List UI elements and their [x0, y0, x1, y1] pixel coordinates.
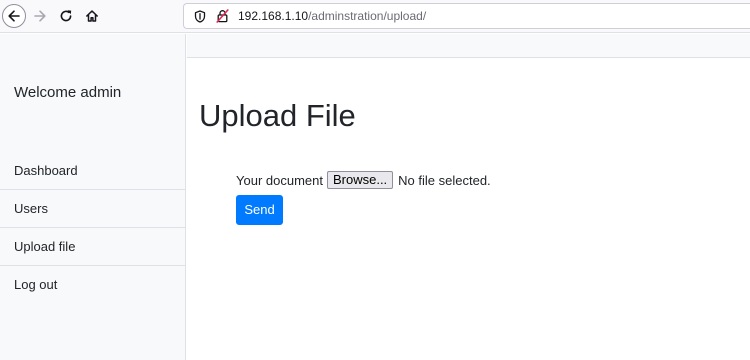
browse-button[interactable]: Browse... — [326, 171, 394, 189]
send-button[interactable]: Send — [236, 195, 283, 225]
sidebar-item-dashboard[interactable]: Dashboard — [0, 152, 185, 190]
browser-toolbar: 192.168.1.10/adminstration/upload/ — [0, 0, 750, 33]
home-button[interactable] — [80, 4, 104, 28]
arrow-right-icon — [33, 9, 47, 23]
address-bar[interactable]: 192.168.1.10/adminstration/upload/ — [183, 3, 750, 29]
document-label: Your document — [236, 172, 323, 188]
arrow-left-icon — [7, 9, 21, 23]
main-content: Upload File Your document Browse... No f… — [187, 58, 750, 360]
url-host: 192.168.1.10 — [238, 9, 309, 23]
home-icon — [85, 9, 99, 23]
sidebar-nav: Dashboard Users Upload file Log out — [0, 152, 185, 304]
sidebar-item-upload-file[interactable]: Upload file — [0, 228, 185, 266]
file-upload-field: Your document Browse... No file selected… — [236, 171, 491, 189]
sidebar-item-users[interactable]: Users — [0, 190, 185, 228]
forward-button[interactable] — [28, 4, 52, 28]
reload-icon — [59, 9, 73, 23]
url-path: /adminstration/upload/ — [308, 9, 427, 23]
back-button[interactable] — [2, 4, 26, 28]
page-title: Upload File — [199, 98, 356, 133]
shield-icon[interactable] — [192, 8, 208, 24]
page-top-bar — [187, 34, 750, 58]
reload-button[interactable] — [54, 4, 78, 28]
sidebar: Welcome admin Dashboard Users Upload fil… — [0, 34, 186, 360]
url-text[interactable]: 192.168.1.10/adminstration/upload/ — [238, 9, 426, 23]
sidebar-item-log-out[interactable]: Log out — [0, 266, 185, 304]
welcome-text: Welcome admin — [14, 84, 122, 101]
file-status-text: No file selected. — [398, 172, 491, 188]
lock-off-icon[interactable] — [214, 8, 230, 24]
